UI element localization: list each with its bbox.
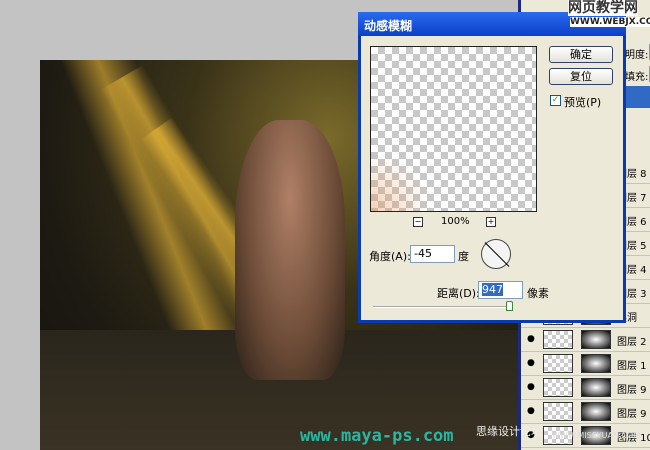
distance-label: 距离(D):: [437, 287, 480, 300]
layer-mask-thumbnail: [581, 354, 611, 373]
angle-input[interactable]: -45: [410, 245, 455, 263]
zoom-level: 100%: [441, 216, 470, 227]
layer-mask-thumbnail: [581, 378, 611, 397]
distance-slider-track[interactable]: [373, 306, 513, 308]
layer-name: 图层 9 副本: [617, 385, 650, 396]
layer-row[interactable]: ● 图层 9: [521, 400, 650, 424]
layer-mask-thumbnail: [581, 330, 611, 349]
motion-blur-dialog: 动感模糊 确定 复位 ✓ 预览(P) − 100% + 角度(A): -45 度…: [358, 12, 626, 323]
fill-label: 填充:: [625, 72, 649, 83]
watermark-top: 网页教学网: [568, 0, 638, 17]
reset-button[interactable]: 复位: [549, 68, 613, 85]
eye-icon[interactable]: ●: [527, 358, 535, 368]
layer-row[interactable]: ● 图层 1: [521, 352, 650, 376]
angle-dial[interactable]: [481, 239, 511, 269]
preview-label: 预览(P): [564, 96, 602, 109]
layer-row[interactable]: ● 图层 2: [521, 328, 650, 352]
watermark-bottom-cn: 思缘设计论坛: [476, 425, 542, 438]
preview-area[interactable]: [370, 46, 537, 212]
distance-unit: 像素: [527, 287, 549, 300]
preview-checkbox[interactable]: ✓: [550, 95, 561, 106]
zoom-in-button[interactable]: +: [486, 217, 496, 227]
distance-input[interactable]: 947: [478, 281, 523, 299]
layer-thumbnail: [543, 402, 573, 421]
layer-thumbnail: [543, 330, 573, 349]
watermark-bottom-url: www.maya-ps.com: [300, 426, 454, 446]
layer-name: 图层 9: [617, 409, 647, 420]
angle-unit: 度: [458, 250, 469, 263]
distance-value: 947: [482, 283, 503, 296]
watermark-bottom-url2: WWW.MISSYUAN.COM: [552, 431, 641, 440]
eye-icon[interactable]: ●: [527, 334, 535, 344]
watermark-top-url: WWW.WEBJX.COM: [570, 17, 650, 28]
angle-label: 角度(A):: [369, 250, 411, 263]
layer-thumbnail: [543, 354, 573, 373]
layer-thumbnail: [543, 378, 573, 397]
man-figure: [235, 120, 345, 380]
layer-mask-thumbnail: [581, 402, 611, 421]
layer-name: 图层 2: [617, 337, 647, 348]
eye-icon[interactable]: ●: [527, 382, 535, 392]
opacity-label: 明度:: [625, 50, 649, 61]
zoom-out-button[interactable]: −: [413, 217, 423, 227]
layer-name: 图层 1: [617, 361, 647, 372]
eye-icon[interactable]: ●: [527, 406, 535, 416]
layer-row[interactable]: ● 图层 9 副本: [521, 376, 650, 400]
distance-slider-thumb[interactable]: [506, 301, 513, 311]
ok-button[interactable]: 确定: [549, 46, 613, 63]
